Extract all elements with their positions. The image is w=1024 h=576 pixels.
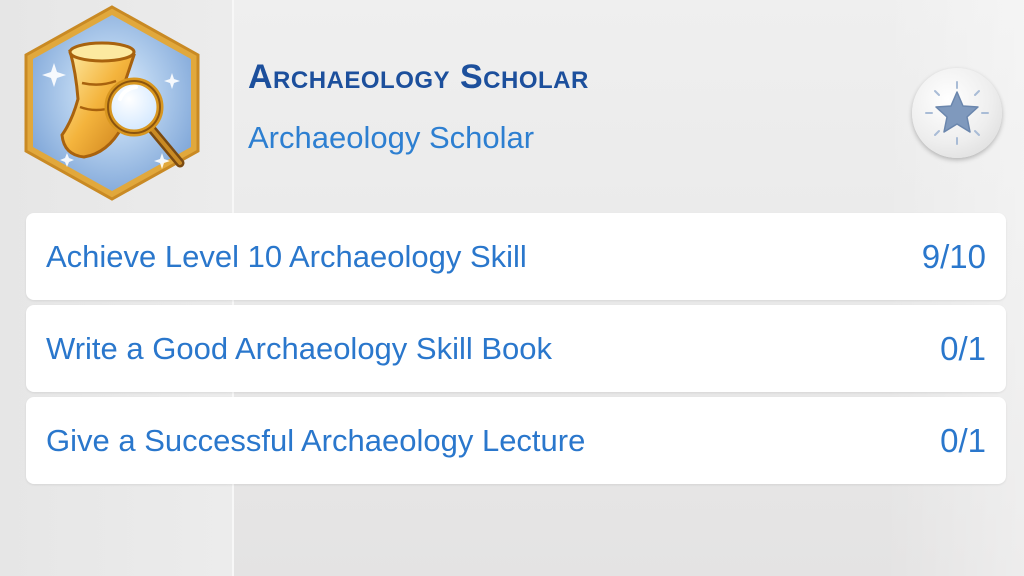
goal-progress: 0/1 (940, 329, 986, 367)
goal-label: Write a Good Archaeology Skill Book (46, 330, 553, 366)
aspiration-title: Archaeology Scholar (248, 58, 589, 96)
goal-row[interactable]: Give a Successful Archaeology Lecture 0/… (26, 397, 1006, 484)
goal-row[interactable]: Achieve Level 10 Archaeology Skill 9/10 (26, 213, 1006, 300)
star-button[interactable] (912, 68, 1002, 158)
horn-with-magnifying-glass-icon (24, 5, 200, 201)
goal-label: Give a Successful Archaeology Lecture (46, 422, 586, 458)
goal-progress: 9/10 (921, 237, 986, 275)
goal-list: Achieve Level 10 Archaeology Skill 9/10 … (26, 213, 1006, 484)
star-icon (925, 81, 989, 145)
goal-progress: 0/1 (940, 421, 986, 459)
aspiration-badge (12, 3, 212, 203)
goal-row[interactable]: Write a Good Archaeology Skill Book 0/1 (26, 305, 1006, 392)
goal-label: Achieve Level 10 Archaeology Skill (46, 238, 527, 274)
aspiration-subtitle: Archaeology Scholar (248, 120, 535, 155)
